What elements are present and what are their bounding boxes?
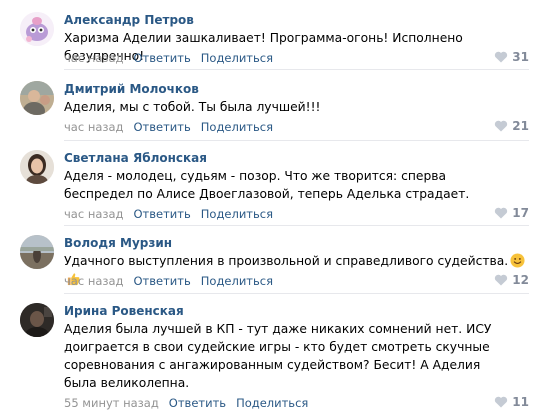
comment-meta: час назад Ответить Поделиться (64, 120, 273, 134)
like-count: 17 (512, 206, 529, 220)
like-button[interactable]: 17 (494, 206, 529, 220)
share-button[interactable]: Поделиться (201, 120, 273, 134)
divider (64, 293, 529, 294)
like-count: 21 (512, 119, 529, 133)
share-button[interactable]: Поделиться (236, 396, 308, 410)
avatar[interactable] (20, 235, 54, 269)
comment-meta: час назад Ответить Поделиться (64, 51, 273, 65)
like-button[interactable]: 21 (494, 119, 529, 133)
share-button[interactable]: Поделиться (201, 274, 273, 288)
author-name[interactable]: Светлана Яблонская (64, 151, 207, 165)
comment-time[interactable]: час назад (64, 51, 124, 65)
author-name[interactable]: Володя Мурзин (64, 236, 172, 250)
reply-button[interactable]: Ответить (169, 396, 226, 410)
divider (64, 69, 529, 70)
avatar[interactable] (20, 12, 54, 46)
smile-emoji-icon (510, 253, 525, 268)
divider (64, 225, 529, 226)
divider (64, 140, 529, 141)
avatar[interactable] (20, 303, 54, 337)
avatar[interactable] (20, 150, 54, 184)
heart-icon (495, 51, 508, 63)
reply-button[interactable]: Ответить (134, 51, 191, 65)
heart-icon (495, 207, 508, 219)
like-count: 12 (512, 273, 529, 287)
author-name[interactable]: Александр Петров (64, 13, 194, 27)
author-name[interactable]: Ирина Ровенская (64, 304, 184, 318)
comment-text: Аделя - молодец, судьям - позор. Что же … (64, 169, 470, 201)
comment-meta: час назад Ответить Поделиться (64, 207, 273, 221)
comment-text: Аделия была лучшей в КП - тут даже никак… (64, 322, 492, 390)
comment-meta: час назад Ответить Поделиться (64, 274, 273, 288)
heart-icon (495, 120, 508, 132)
like-button[interactable]: 11 (494, 395, 529, 409)
share-button[interactable]: Поделиться (201, 207, 273, 221)
comment-time[interactable]: час назад (64, 274, 124, 288)
like-count: 31 (512, 50, 529, 64)
like-count: 11 (512, 395, 529, 409)
comment-time[interactable]: час назад (64, 207, 124, 221)
reply-button[interactable]: Ответить (134, 207, 191, 221)
share-button[interactable]: Поделиться (201, 51, 273, 65)
comment-time[interactable]: час назад (64, 120, 124, 134)
comment-text: Аделия, мы с тобой. Ты была лучшей!!! (64, 100, 321, 114)
reply-button[interactable]: Ответить (134, 274, 191, 288)
reply-button[interactable]: Ответить (134, 120, 191, 134)
heart-icon (495, 274, 508, 286)
avatar[interactable] (20, 81, 54, 115)
comment-text-content: Удачного выступления в произвольной и сп… (64, 254, 509, 268)
comment-time[interactable]: 55 минут назад (64, 396, 159, 410)
like-button[interactable]: 31 (494, 50, 529, 64)
comment-meta: 55 минут назад Ответить Поделиться (64, 396, 308, 410)
author-name[interactable]: Дмитрий Молочков (64, 82, 199, 96)
heart-icon (495, 396, 508, 408)
like-button[interactable]: 12 (494, 273, 529, 287)
